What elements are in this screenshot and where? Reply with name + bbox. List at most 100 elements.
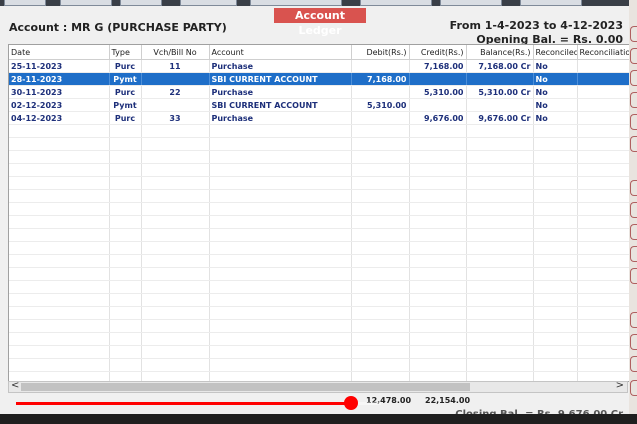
cell-reconciled: No — [533, 111, 578, 125]
column-header-type[interactable]: Type — [109, 45, 142, 60]
cell-balance: 9,676.00 Cr — [466, 111, 534, 125]
empty-cell — [409, 189, 467, 203]
empty-cell — [351, 345, 410, 359]
empty-cell — [109, 124, 142, 138]
empty-cell — [141, 215, 210, 229]
cell-credit: 5,310.00 — [409, 85, 467, 99]
cell-reconciled: No — [533, 98, 578, 112]
empty-cell — [466, 124, 534, 138]
empty-cell — [577, 150, 629, 164]
ledger-grid[interactable]: Date Type Vch/Bill No Account Debit(Rs.)… — [8, 44, 630, 382]
cell-reconciled: No — [533, 59, 578, 73]
empty-cell — [109, 332, 142, 346]
empty-cell — [466, 358, 534, 372]
column-header-balance[interactable]: Balance(Rs.) — [466, 45, 534, 60]
cell-type: Pymt — [109, 98, 142, 112]
table-row[interactable]: 02-12-2023 Pymt SBI CURRENT ACCOUNT 5,310.0… — [9, 98, 629, 112]
column-header-credit[interactable]: Credit(Rs.) — [409, 45, 467, 60]
cell-credit — [409, 98, 467, 112]
empty-cell — [466, 202, 534, 216]
empty-cell — [109, 228, 142, 242]
cell-account: SBI CURRENT ACCOUNT — [209, 72, 352, 86]
empty-cell — [466, 241, 534, 255]
empty-cell — [351, 189, 410, 203]
empty-cell — [209, 358, 352, 372]
empty-row — [9, 332, 629, 346]
empty-cell — [109, 189, 142, 203]
empty-cell — [533, 254, 578, 268]
table-row[interactable]: 25-11-2023 Purc 11 Purchase 7,168.00 7,168.00… — [9, 59, 629, 73]
empty-cell — [209, 319, 352, 333]
empty-cell — [533, 150, 578, 164]
cell-debit — [351, 85, 410, 99]
table-row[interactable]: 30-11-2023 Purc 22 Purchase 5,310.00 5,310.00… — [9, 85, 629, 99]
empty-cell — [466, 176, 534, 190]
chevron-right-icon[interactable]: > — [616, 380, 624, 391]
empty-cell — [9, 319, 110, 333]
empty-cell — [577, 319, 629, 333]
column-header-reconciliation[interactable]: Reconciliation — [577, 45, 629, 60]
column-header-account[interactable]: Account — [209, 45, 352, 60]
cell-type: Purc — [109, 111, 142, 125]
video-progress-knob[interactable] — [344, 396, 358, 410]
empty-cell — [351, 150, 410, 164]
ledger-table: Date Type Vch/Bill No Account Debit(Rs.)… — [9, 45, 629, 381]
cell-credit — [409, 72, 467, 86]
cell-reconciled: No — [533, 72, 578, 86]
empty-cell — [409, 254, 467, 268]
empty-cell — [577, 202, 629, 216]
empty-row — [9, 306, 629, 320]
cell-vch: 22 — [141, 85, 210, 99]
empty-cell — [577, 254, 629, 268]
cell-reconciled: No — [533, 85, 578, 99]
empty-cell — [533, 241, 578, 255]
empty-cell — [533, 332, 578, 346]
empty-cell — [409, 202, 467, 216]
empty-cell — [351, 332, 410, 346]
empty-cell — [466, 280, 534, 294]
empty-cell — [466, 332, 534, 346]
empty-cell — [577, 332, 629, 346]
cell-reconciliation — [577, 59, 629, 73]
empty-cell — [209, 202, 352, 216]
column-header-vch-bill-no[interactable]: Vch/Bill No — [141, 45, 210, 60]
scrollbar-thumb[interactable] — [21, 383, 470, 391]
column-header-reconciled[interactable]: Reconciled — [533, 45, 578, 60]
empty-row — [9, 267, 629, 281]
column-header-debit[interactable]: Debit(Rs.) — [351, 45, 410, 60]
cell-account: Purchase — [209, 85, 352, 99]
table-row[interactable]: 28-11-2023 Pymt SBI CURRENT ACCOUNT 7,168.0… — [9, 72, 629, 86]
cell-debit — [351, 111, 410, 125]
empty-cell — [466, 228, 534, 242]
empty-cell — [533, 306, 578, 320]
empty-cell — [466, 254, 534, 268]
empty-cell — [351, 241, 410, 255]
empty-cell — [533, 163, 578, 177]
empty-cell — [466, 163, 534, 177]
empty-cell — [9, 228, 110, 242]
empty-cell — [109, 202, 142, 216]
empty-cell — [9, 345, 110, 359]
empty-cell — [109, 254, 142, 268]
empty-row — [9, 176, 629, 190]
empty-cell — [141, 280, 210, 294]
horizontal-scrollbar[interactable]: < > — [8, 380, 628, 393]
empty-cell — [9, 241, 110, 255]
empty-cell — [533, 280, 578, 294]
empty-cell — [9, 137, 110, 151]
empty-cell — [209, 163, 352, 177]
chevron-left-icon[interactable]: < — [11, 380, 19, 391]
empty-cell — [409, 306, 467, 320]
table-row[interactable]: 04-12-2023 Purc 33 Purchase 9,676.00 9,676.00… — [9, 111, 629, 125]
empty-cell — [9, 124, 110, 138]
empty-cell — [9, 267, 110, 281]
empty-cell — [533, 137, 578, 151]
empty-row — [9, 254, 629, 268]
empty-row — [9, 228, 629, 242]
column-header-date[interactable]: Date — [9, 45, 110, 60]
cell-reconciliation — [577, 85, 629, 99]
empty-cell — [533, 319, 578, 333]
empty-cell — [141, 202, 210, 216]
empty-row — [9, 280, 629, 294]
empty-cell — [109, 319, 142, 333]
